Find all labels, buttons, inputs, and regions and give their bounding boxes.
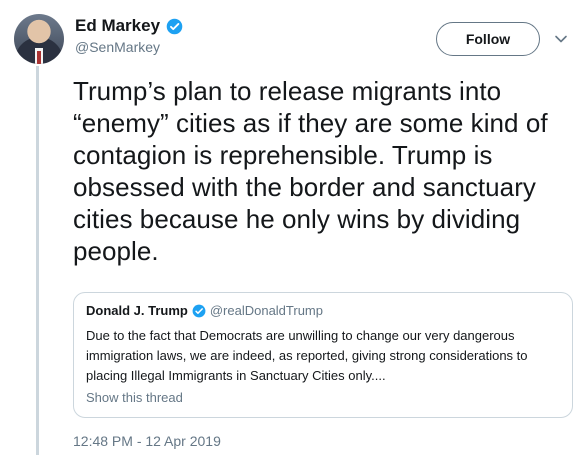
avatar[interactable] — [14, 14, 64, 64]
tweet-text-line: obsessed with the border and sanctuary — [73, 172, 536, 202]
quoted-author-name: Donald J. Trump — [86, 303, 188, 318]
quoted-tweet-text: Due to the fact that Democrats are unwil… — [86, 326, 572, 386]
tweet-text-line: cities because he only wins by dividing — [73, 204, 521, 234]
verified-badge-icon — [192, 304, 206, 317]
thread-line — [36, 66, 39, 455]
tweet-timestamp[interactable]: 12:48 PM - 12 Apr 2019 — [73, 433, 221, 449]
tweet-text-line: “enemy” cities as if they are some kind … — [73, 108, 548, 138]
quoted-text-line: immigration laws, we are indeed, as repo… — [86, 348, 528, 363]
tweet-text-line: Trump’s plan to release migrants into — [73, 76, 502, 106]
quoted-tweet-card[interactable]: Donald J. Trump @realDonaldTrump Due to … — [73, 292, 573, 418]
author-name[interactable]: Ed Markey — [75, 16, 160, 36]
tweet-text-line: people. — [73, 236, 159, 266]
tweet-text: Trump’s plan to release migrants into “e… — [73, 75, 578, 267]
tweet-header: Ed Markey @SenMarkey — [75, 16, 183, 55]
show-thread-link[interactable]: Show this thread — [86, 390, 183, 405]
chevron-down-icon[interactable] — [554, 32, 568, 46]
verified-badge-icon — [166, 18, 183, 34]
tweet-text-line: contagion is reprehensible. Trump is — [73, 140, 493, 170]
quoted-text-line: placing Illegal Immigrants in Sanctuary … — [86, 368, 386, 383]
follow-button[interactable]: Follow — [436, 22, 540, 56]
quoted-author-handle: @realDonaldTrump — [209, 303, 323, 318]
quoted-text-line: Due to the fact that Democrats are unwil… — [86, 328, 515, 343]
quoted-tweet-header: Donald J. Trump @realDonaldTrump — [86, 303, 323, 318]
author-handle[interactable]: @SenMarkey — [75, 39, 183, 55]
